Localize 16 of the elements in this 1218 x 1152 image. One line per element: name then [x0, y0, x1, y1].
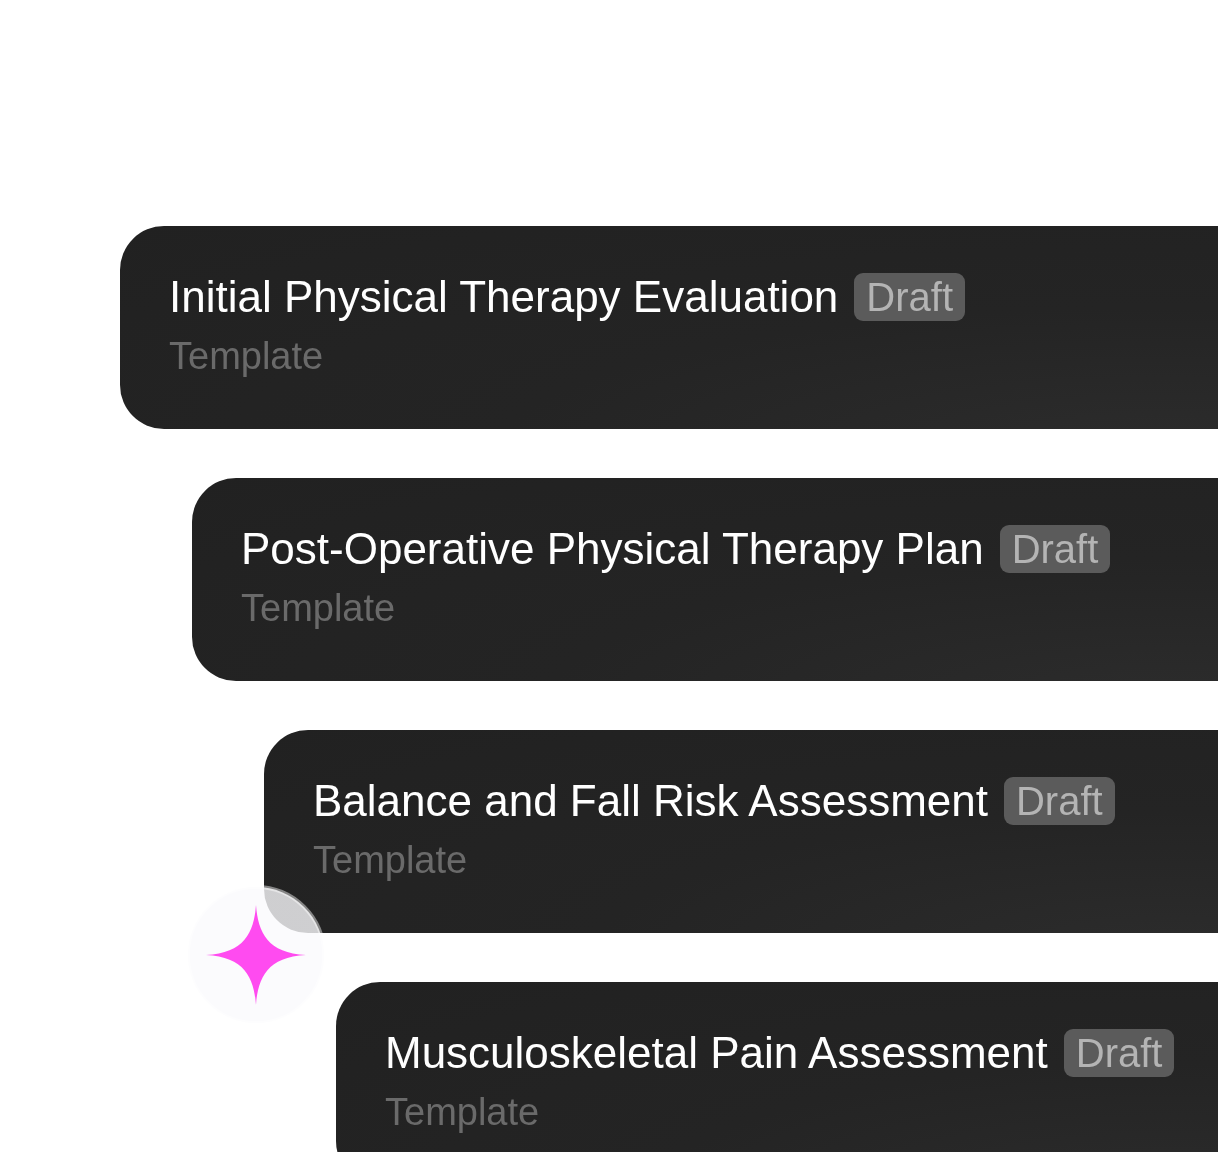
template-card[interactable]: Balance and Fall Risk Assessment Draft Template — [264, 730, 1218, 933]
template-title: Musculoskeletal Pain Assessment — [385, 1029, 1048, 1077]
draft-badge: Draft — [999, 525, 1111, 573]
template-subtitle: Template — [241, 587, 396, 629]
template-card[interactable]: Musculoskeletal Pain Assessment Draft Template — [336, 982, 1218, 1152]
template-subtitle: Template — [385, 1091, 540, 1133]
template-subtitle: Template — [313, 839, 468, 881]
draft-badge: Draft — [1004, 777, 1115, 825]
draft-badge: Draft — [854, 273, 965, 321]
template-card[interactable]: Initial Physical Therapy Evaluation Draft Template — [120, 226, 1218, 429]
template-title: Post-Operative Physical Therapy Plan — [241, 525, 984, 573]
draft-badge: Draft — [1063, 1029, 1175, 1077]
template-card[interactable]: Post-Operative Physical Therapy Plan Draft Template — [192, 478, 1218, 681]
template-title: Balance and Fall Risk Assessment — [313, 777, 988, 825]
template-title: Initial Physical Therapy Evaluation — [169, 273, 839, 321]
template-subtitle: Template — [169, 335, 324, 377]
